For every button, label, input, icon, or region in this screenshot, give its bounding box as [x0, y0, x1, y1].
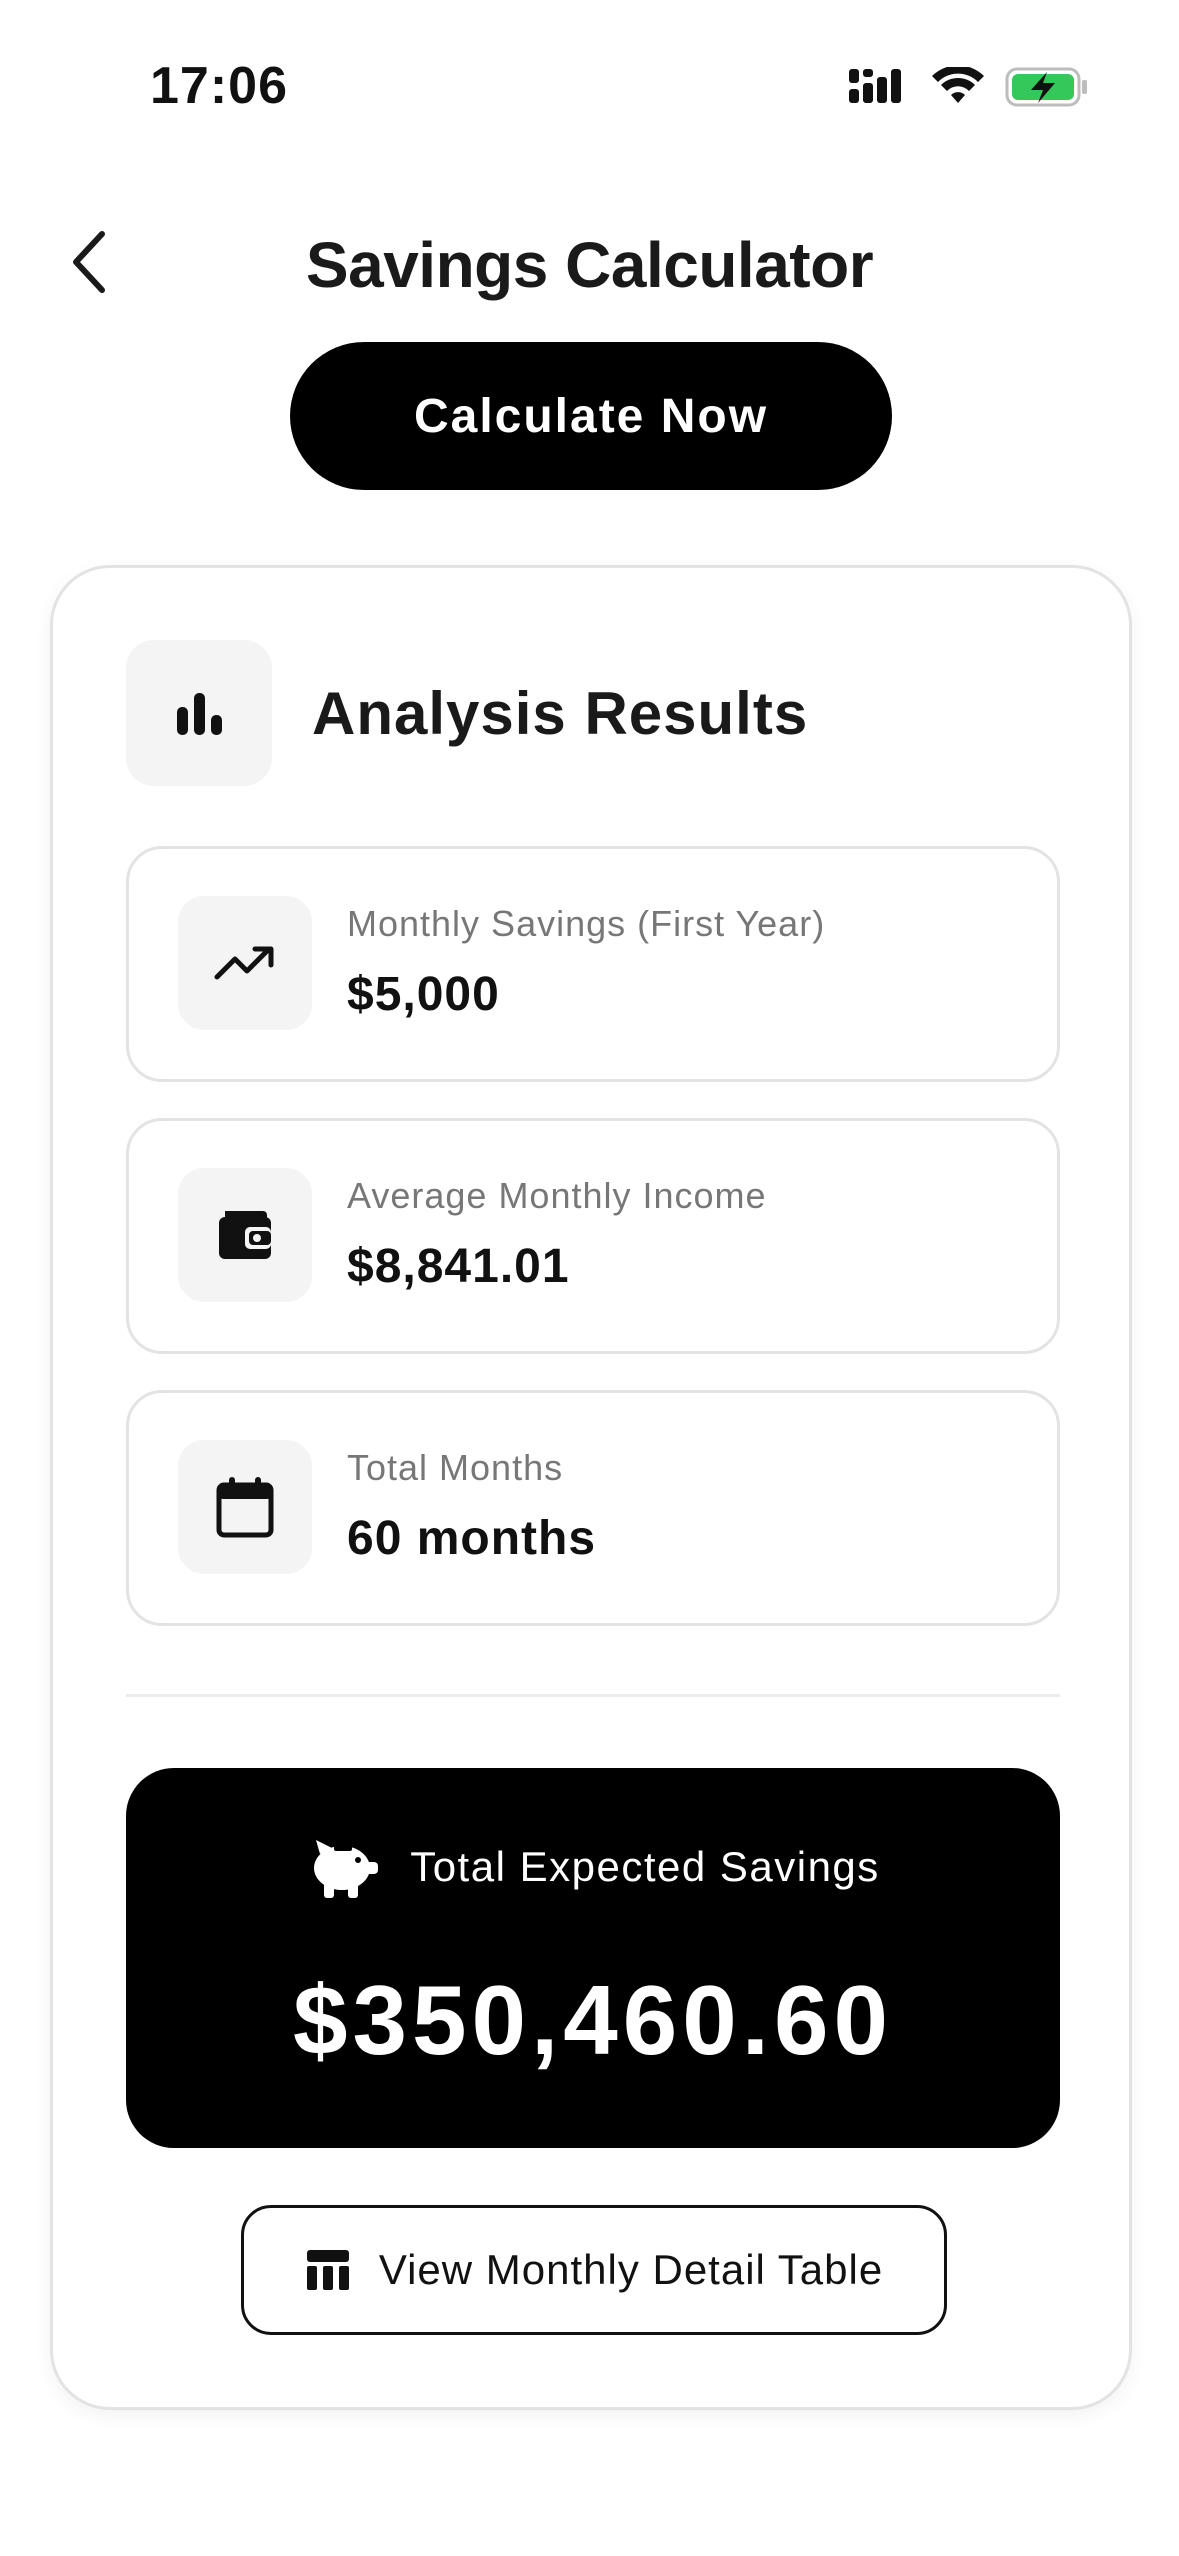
- status-bar: 17:06: [0, 0, 1179, 150]
- divider: [126, 1694, 1060, 1697]
- view-monthly-detail-table-button[interactable]: View Monthly Detail Table: [241, 2205, 947, 2335]
- stat-card-monthly-savings: Monthly Savings (First Year) $5,000: [126, 846, 1060, 1082]
- stat-card-average-income: Average Monthly Income $8,841.01: [126, 1118, 1060, 1354]
- cellular-signal-icon: [849, 69, 901, 103]
- trending-up-icon: [214, 946, 274, 980]
- stat-card-total-months: Total Months 60 months: [126, 1390, 1060, 1626]
- stat-label: Average Monthly Income: [347, 1175, 767, 1216]
- calendar-icon-box: [178, 1440, 312, 1574]
- status-time: 17:06: [150, 57, 288, 115]
- wifi-icon: [932, 67, 984, 103]
- stat-value: $5,000: [347, 968, 500, 1021]
- total-value: $350,460.60: [293, 1965, 893, 2075]
- status-icons: [849, 66, 1089, 108]
- total-header: Total Expected Savings: [126, 1834, 1060, 1900]
- detail-button-label: View Monthly Detail Table: [378, 2246, 884, 2293]
- wallet-icon: [219, 1211, 271, 1259]
- results-header: Analysis Results: [126, 640, 808, 786]
- stat-value: $8,841.01: [347, 1240, 570, 1293]
- page-title: Savings Calculator: [305, 229, 874, 301]
- bar-chart-icon: [177, 693, 222, 735]
- total-expected-savings-panel: Total Expected Savings $350,460.60: [126, 1768, 1060, 2148]
- trending-up-icon-box: [178, 896, 312, 1030]
- stat-label: Total Months: [347, 1447, 564, 1488]
- analysis-results-card: Analysis Results Monthly Savings (First …: [50, 565, 1132, 2410]
- battery-charging-icon: [1005, 67, 1087, 107]
- calendar-icon: [216, 1477, 274, 1538]
- total-label: Total Expected Savings: [410, 1843, 880, 1890]
- nav-header: Savings Calculator: [0, 200, 1179, 320]
- calculate-now-button[interactable]: Calculate Now: [290, 342, 892, 490]
- savings-calculator-screen: 17:06 Savings Calculator Calculate Now A…: [0, 0, 1179, 2556]
- piggy-bank-icon: [314, 1840, 379, 1898]
- stat-label: Monthly Savings (First Year): [347, 903, 826, 944]
- table-icon: [306, 2250, 349, 2290]
- wallet-icon-box: [178, 1168, 312, 1302]
- stat-value: 60 months: [347, 1512, 597, 1565]
- results-title: Analysis Results: [312, 679, 809, 747]
- bar-chart-icon-box: [126, 640, 272, 786]
